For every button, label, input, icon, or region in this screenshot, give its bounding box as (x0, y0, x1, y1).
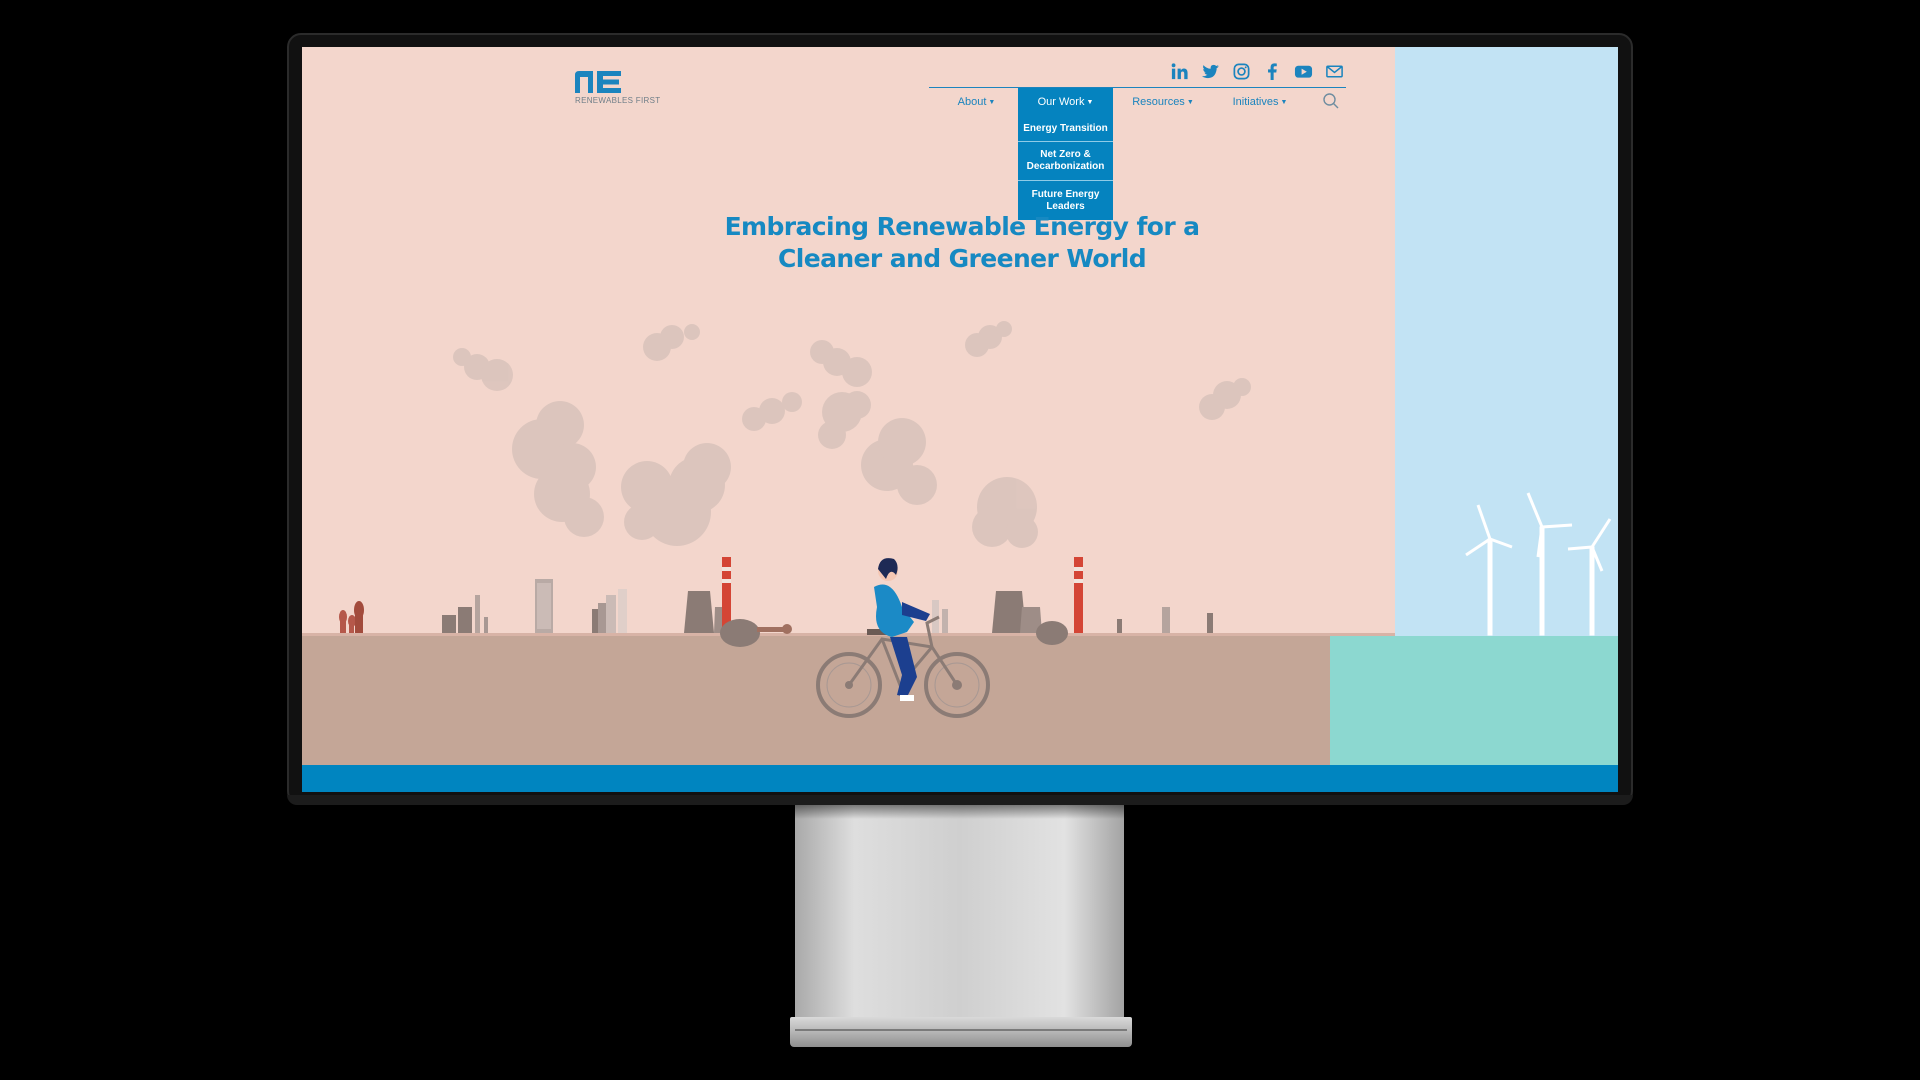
monitor-stand (795, 805, 1124, 1017)
hero-headline-line-2: Cleaner and Greener World (778, 244, 1147, 273)
nav-our-work-label: Our Work (1037, 96, 1085, 108)
skyline (339, 557, 1213, 647)
mail-icon[interactable] (1325, 62, 1344, 81)
youtube-icon[interactable] (1294, 62, 1313, 81)
nav-initiatives-label: Initiatives (1232, 96, 1279, 108)
monitor-chin (287, 795, 1633, 805)
dropdown-energy-transition[interactable]: Energy Transition (1018, 116, 1113, 142)
monitor-stand-shadow (795, 805, 1124, 819)
logo-text: RENEWABLES FIRST (575, 96, 661, 105)
cyclist (816, 558, 990, 718)
nav-about[interactable]: About ▼ (949, 88, 1004, 116)
linkedin-icon[interactable] (1170, 62, 1189, 81)
monitor-stand-foot (790, 1017, 1132, 1047)
logo-mark (575, 71, 621, 93)
twitter-icon[interactable] (1201, 62, 1220, 81)
website-screen: RENEWABLES FIRST About ▼ Our Work ▼ Reso… (302, 47, 1618, 792)
dropdown-net-zero[interactable]: Net Zero & Decarbonization (1018, 142, 1113, 181)
hero-headline-line-1: Embracing Renewable Energy for a (724, 212, 1200, 241)
chevron-down-icon: ▼ (1280, 99, 1288, 106)
search-icon[interactable] (1322, 92, 1340, 110)
instagram-icon[interactable] (1232, 62, 1251, 81)
main-navigation: About ▼ Our Work ▼ Resources ▼ Initiatives ▼ (929, 88, 1346, 116)
hero-illustration (339, 321, 1612, 718)
monitor-stand-foot-edge (795, 1029, 1127, 1031)
site-logo[interactable]: RENEWABLES FIRST (575, 71, 685, 115)
nav-resources[interactable]: Resources ▼ (1129, 88, 1197, 116)
chevron-down-icon: ▼ (1086, 99, 1094, 106)
social-links (1170, 59, 1344, 83)
nav-initiatives[interactable]: Initiatives ▼ (1228, 88, 1292, 116)
nav-our-work[interactable]: Our Work ▼ (1018, 88, 1113, 116)
hero-headline: Embracing Renewable Energy for a Cleaner… (682, 211, 1242, 275)
wind-turbines (1465, 492, 1612, 636)
nav-about-label: About (957, 96, 987, 108)
nav-resources-label: Resources (1132, 96, 1185, 108)
facebook-icon[interactable] (1263, 62, 1282, 81)
our-work-dropdown: Energy Transition Net Zero & Decarboniza… (1018, 116, 1113, 220)
chevron-down-icon: ▼ (988, 99, 996, 106)
smoke-clouds (453, 321, 1251, 548)
chevron-down-icon: ▼ (1186, 99, 1194, 106)
